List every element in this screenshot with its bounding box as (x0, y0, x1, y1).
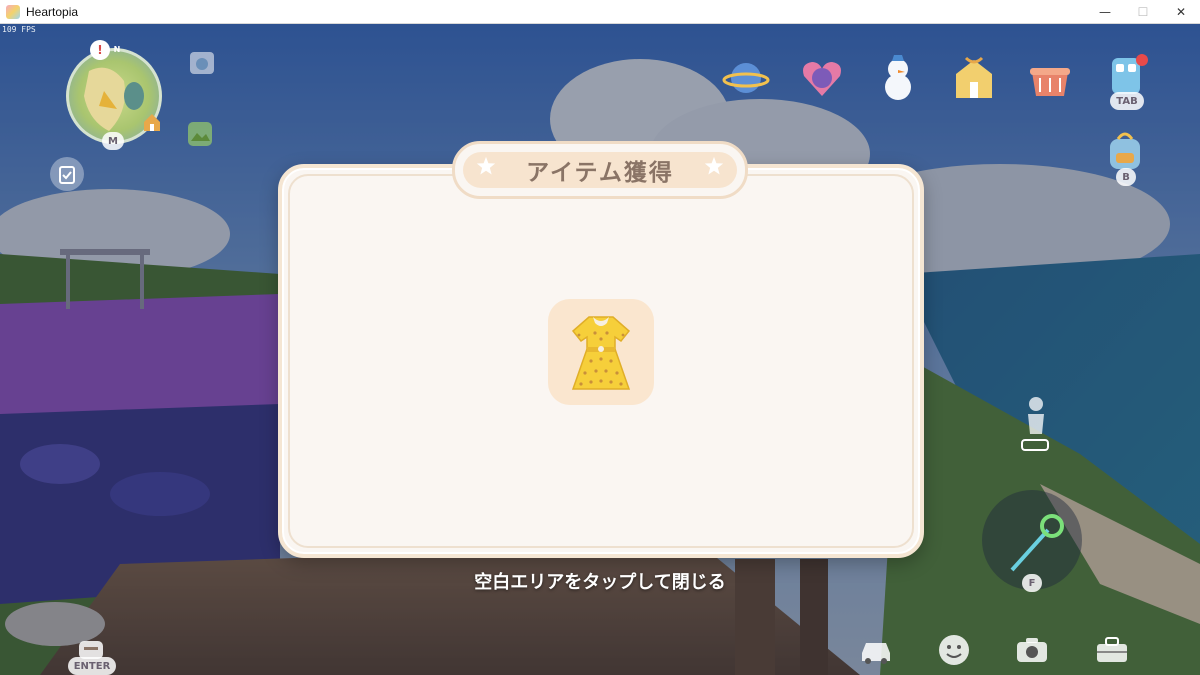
window-title: Heartopia (26, 4, 79, 19)
maximize-button[interactable]: ☐ (1124, 0, 1162, 24)
backpack-key-badge: B (1116, 168, 1136, 186)
phone-key-badge: TAB (1110, 92, 1144, 110)
calendar-icon[interactable] (186, 46, 218, 78)
car-icon[interactable] (856, 630, 896, 670)
yellow-dress-icon (571, 316, 631, 390)
fps-counter: 109 FPS (2, 25, 36, 34)
heartopia-app-icon (6, 4, 20, 19)
camera-icon[interactable] (1012, 630, 1052, 670)
minimize-button[interactable]: — (1086, 0, 1124, 24)
smile-icon[interactable] (934, 630, 974, 670)
close-window-button[interactable]: ✕ (1162, 0, 1200, 24)
pose-icon[interactable] (1010, 392, 1058, 456)
right-star-icon (704, 156, 724, 175)
enter-key-badge: ENTER (68, 657, 116, 675)
dialog-title: アイテム獲得 (526, 160, 674, 186)
toolbox-icon[interactable] (1092, 630, 1132, 670)
planet-icon[interactable] (720, 52, 772, 104)
pony-heart-icon[interactable] (796, 52, 848, 104)
close-hint-text: 空白エリアをタップして閉じる (474, 572, 726, 593)
dialog-title-pill: アイテム獲得 (463, 152, 737, 188)
dialog-header: アイテム獲得 (452, 141, 748, 199)
left-star-icon (476, 156, 496, 175)
garden-photo-icon[interactable] (184, 118, 216, 150)
home-icon[interactable] (140, 110, 164, 134)
gift-shop-icon[interactable] (948, 50, 1000, 104)
quest-alert-icon[interactable]: ! (90, 40, 110, 60)
basket-icon[interactable] (1024, 52, 1076, 104)
clipboard-icon[interactable] (50, 157, 84, 191)
window-controls: — ☐ ✕ (1086, 0, 1200, 24)
game-viewport[interactable]: 109 FPS ! N M TAB B F ENTER アイテム獲得 空白エリア… (0, 24, 1200, 675)
map-key-badge: M (102, 132, 124, 150)
window-titlebar: Heartopia — ☐ ✕ (0, 0, 1200, 24)
item-slot[interactable] (548, 299, 654, 405)
snowman-icon[interactable] (872, 50, 924, 104)
north-label: N (113, 44, 121, 54)
